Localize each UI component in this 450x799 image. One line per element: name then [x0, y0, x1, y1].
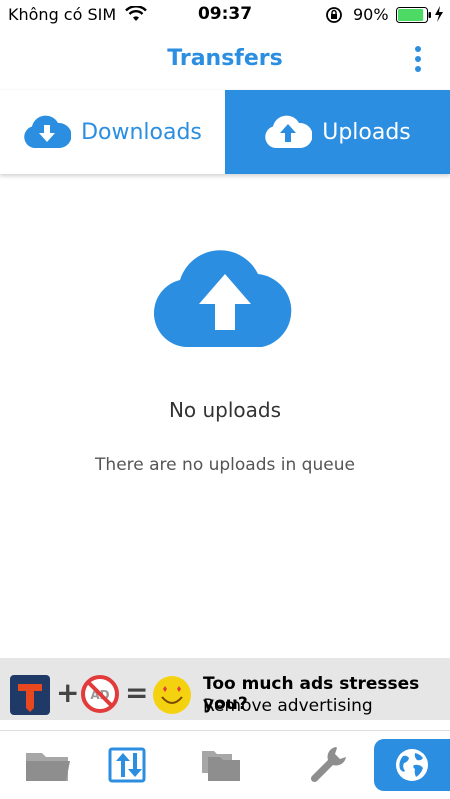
plus-sign: +: [56, 676, 80, 709]
tab-uploads-label: Uploads: [322, 119, 411, 145]
battery-icon: [396, 7, 431, 23]
transfer-tabs: Downloads Uploads: [0, 90, 450, 174]
folder-icon[interactable]: [24, 743, 72, 787]
browser-tab[interactable]: [374, 739, 450, 791]
cloud-upload-icon: [153, 250, 292, 347]
wrench-icon[interactable]: [306, 743, 354, 787]
equals-sign: =: [125, 676, 149, 709]
globe-icon: [396, 749, 428, 781]
transfers-icon[interactable]: [104, 743, 152, 787]
tab-uploads[interactable]: Uploads: [225, 90, 450, 174]
more-options-icon[interactable]: [408, 44, 428, 74]
status-bar: Không có SIM 09:37 90%: [0, 0, 450, 30]
cloud-upload-icon: [265, 115, 313, 148]
bottom-tab-bar: [0, 730, 450, 799]
files-icon[interactable]: [198, 743, 246, 787]
happy-face-icon: [153, 676, 191, 714]
charging-icon: [435, 6, 443, 22]
transfers-screen: Không có SIM 09:37 90% Transfers Downloa…: [0, 0, 450, 799]
battery-percent: 90%: [353, 5, 389, 24]
page-title: Transfers: [167, 46, 283, 71]
no-ads-icon: AD: [81, 675, 119, 713]
ad-subline: Remove advertising: [203, 696, 373, 716]
nav-bar: Transfers: [0, 30, 450, 90]
ad-banner[interactable]: + AD = Too much ads stresses you? Remove…: [0, 658, 450, 720]
empty-state-subtitle: There are no uploads in queue: [95, 455, 355, 475]
empty-state-title: No uploads: [168, 398, 282, 422]
app-logo-icon: [10, 675, 50, 715]
rotation-lock-icon: [326, 7, 342, 23]
tab-downloads[interactable]: Downloads: [0, 90, 225, 174]
cloud-download-icon: [24, 115, 72, 148]
tab-downloads-label: Downloads: [81, 119, 202, 145]
